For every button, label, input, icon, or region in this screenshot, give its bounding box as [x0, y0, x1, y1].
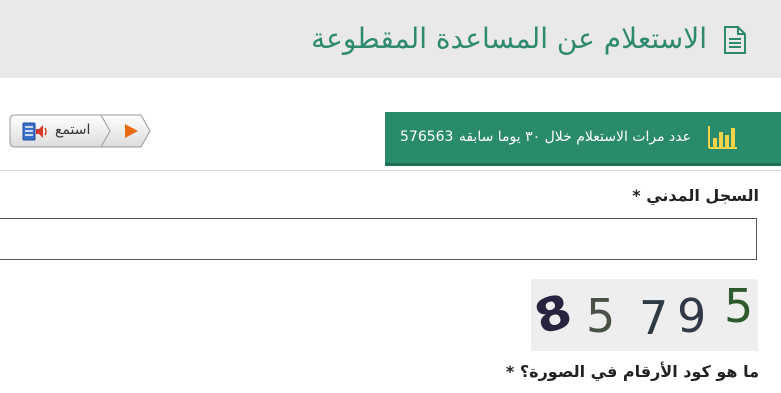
page-title: الاستعلام عن المساعدة المقطوعة — [311, 22, 707, 55]
document-icon — [724, 26, 746, 54]
captcha-digit: 7 — [639, 291, 669, 345]
page-header: الاستعلام عن المساعدة المقطوعة — [0, 0, 781, 78]
stats-count: 576563 — [400, 129, 454, 145]
bar-chart-icon — [708, 126, 737, 149]
stats-label: عدد مرات الاستعلام خلال ٣٠ يوما سابقه — [458, 129, 691, 145]
captcha-digit: 5 — [586, 289, 616, 343]
captcha-question-label: ما هو كود الأرقام في الصورة؟ * — [505, 362, 759, 381]
captcha-digit: 5 — [724, 279, 754, 333]
listen-label: استمع — [55, 122, 91, 138]
civil-record-input[interactable] — [0, 218, 757, 260]
play-icon[interactable] — [123, 123, 139, 139]
listen-widget: استمع — [9, 114, 151, 148]
stats-bar: 576563 عدد مرات الاستعلام خلال ٣٠ يوما س… — [385, 112, 781, 166]
civil-record-label: السجل المدني * — [632, 186, 759, 205]
captcha-image: 8 5 7 9 5 — [527, 279, 758, 351]
section-divider — [0, 170, 781, 171]
captcha-digit: 9 — [677, 289, 707, 343]
speaker-icon — [22, 122, 47, 141]
captcha-digit: 8 — [527, 282, 579, 346]
